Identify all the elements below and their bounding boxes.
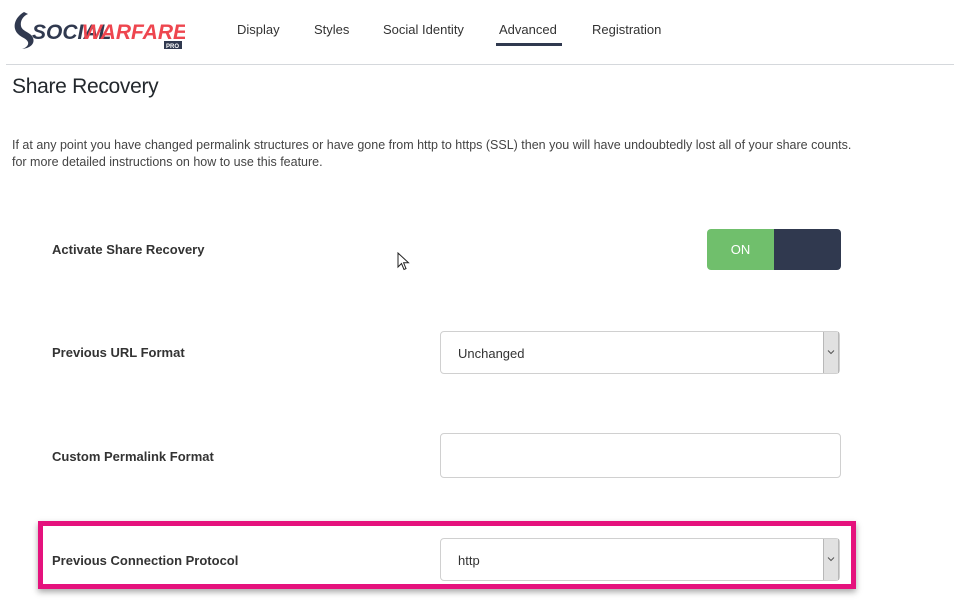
toggle-on-label: ON bbox=[707, 229, 774, 270]
social-warfare-logo: SOCIAL WARFARE PRO bbox=[10, 8, 185, 50]
previous-connection-protocol-select[interactable]: http bbox=[440, 538, 840, 581]
previous-url-format-label: Previous URL Format bbox=[52, 345, 185, 360]
description-line-1: If at any point you have changed permali… bbox=[12, 138, 852, 152]
activate-share-recovery-toggle[interactable]: ON bbox=[707, 229, 841, 270]
tab-registration[interactable]: Registration bbox=[592, 22, 661, 37]
custom-permalink-format-label: Custom Permalink Format bbox=[52, 449, 214, 464]
previous-connection-protocol-label: Previous Connection Protocol bbox=[52, 553, 239, 568]
logo-swoosh-icon bbox=[14, 12, 34, 49]
tab-styles[interactable]: Styles bbox=[314, 22, 349, 37]
logo-text-warfare: WARFARE bbox=[82, 21, 185, 44]
logo-badge-pro: PRO bbox=[166, 44, 179, 50]
mouse-cursor-icon bbox=[397, 251, 411, 277]
description-line-2: for more detailed instructions on how to… bbox=[12, 155, 323, 169]
tab-social-identity[interactable]: Social Identity bbox=[383, 22, 464, 37]
previous-url-format-value: Unchanged bbox=[458, 346, 525, 361]
toggle-off-side bbox=[774, 229, 841, 270]
section-title: Share Recovery bbox=[12, 75, 159, 98]
header-divider bbox=[6, 64, 954, 65]
chevron-down-icon[interactable] bbox=[823, 539, 839, 580]
previous-url-format-select[interactable]: Unchanged bbox=[440, 331, 840, 374]
tab-display[interactable]: Display bbox=[237, 22, 280, 37]
tab-advanced[interactable]: Advanced bbox=[496, 22, 562, 46]
chevron-down-icon[interactable] bbox=[823, 332, 839, 373]
activate-share-recovery-label: Activate Share Recovery bbox=[52, 242, 205, 257]
custom-permalink-format-input[interactable] bbox=[440, 433, 841, 478]
previous-connection-protocol-value: http bbox=[458, 553, 480, 568]
section-description: If at any point you have changed permali… bbox=[12, 137, 954, 171]
